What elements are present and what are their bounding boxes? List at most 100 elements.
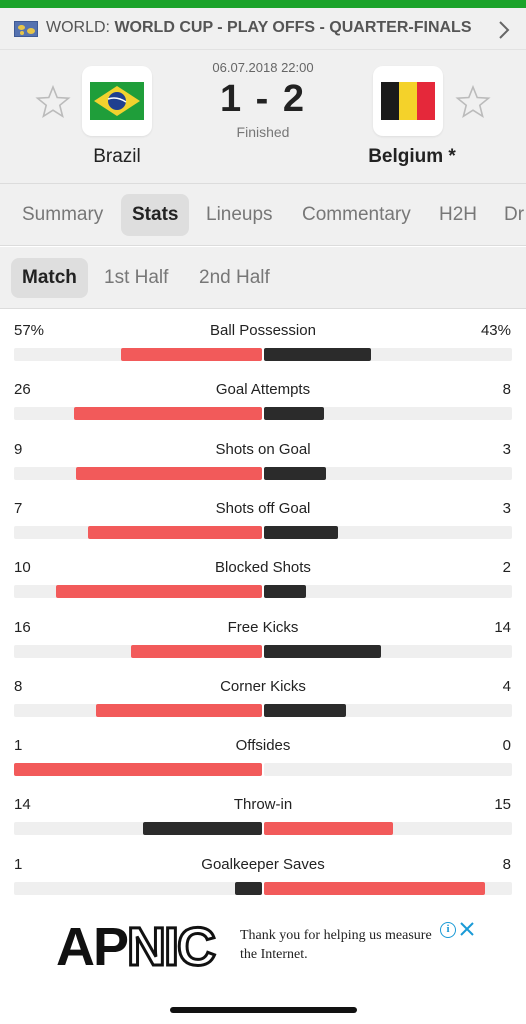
home-bar [76, 466, 262, 480]
home-bar [235, 881, 262, 895]
away-bar [264, 585, 306, 599]
world-flag-icon [14, 21, 38, 37]
stat-row: 1 Goalkeeper Saves 8 [0, 846, 526, 905]
match-header: Brazil 06.07.2018 22:00 1 - 2 Finished B… [0, 50, 526, 184]
stat-name: Offsides [235, 737, 291, 755]
stat-away-value: 3 [502, 499, 511, 517]
away-bar-track [264, 763, 512, 777]
top-accent-bar [0, 0, 526, 8]
subtab-2nd-half[interactable]: 2nd Half [188, 258, 281, 298]
stat-name: Goal Attempts [215, 381, 311, 399]
away-bar [264, 466, 326, 480]
info-icon[interactable]: i [440, 922, 456, 938]
stat-row: 16 Free Kicks 14 [0, 609, 526, 668]
home-bar [14, 763, 262, 777]
away-bar-track [264, 466, 512, 480]
stat-row: 10 Blocked Shots 2 [0, 549, 526, 608]
stat-row: 9 Shots on Goal 3 [0, 431, 526, 490]
subtab-1st-half[interactable]: 1st Half [93, 258, 179, 298]
stat-name: Blocked Shots [215, 559, 311, 577]
away-bar-track [264, 703, 512, 717]
stat-home-value: 10 [14, 559, 31, 577]
away-team-name[interactable]: Belgium * [352, 146, 472, 168]
stat-row: 1 Offsides 0 [0, 727, 526, 786]
subtab-match[interactable]: Match [11, 258, 88, 298]
tab-commentary[interactable]: Commentary [291, 194, 422, 236]
away-bar [264, 348, 371, 361]
away-bar [264, 644, 381, 658]
tab-h2h[interactable]: H2H [428, 194, 488, 236]
home-bar [96, 703, 262, 717]
tab-draw[interactable]: Dr [493, 194, 526, 236]
home-bar-track [14, 407, 262, 421]
period-tabs: Match 1st Half 2nd Half [0, 247, 526, 309]
stat-away-value: 43% [480, 322, 511, 339]
away-bar-track [264, 407, 512, 421]
home-bar-track [14, 585, 262, 599]
stat-row: 26 Goal Attempts 8 [0, 371, 526, 430]
stat-home-value: 16 [14, 618, 31, 636]
stat-home-value: 14 [14, 796, 31, 814]
stat-away-value: 2 [502, 559, 511, 577]
league-name: WORLD CUP - PLAY OFFS - QUARTER-FINALS [114, 19, 472, 36]
stat-row: 57% Ball Possession 43% [0, 312, 526, 371]
stat-name: Free Kicks [227, 618, 299, 636]
home-bar-track [14, 822, 262, 836]
stat-away-value: 4 [502, 677, 511, 695]
ad-text: Thank you for helping us measure the Int… [240, 928, 432, 962]
league-title: WORLD: WORLD CUP - PLAY OFFS - QUARTER-F… [46, 19, 472, 37]
home-bar [88, 525, 262, 539]
ad-banner[interactable]: APNIC Thank you for helping us measure t… [0, 910, 526, 990]
tab-summary[interactable]: Summary [11, 194, 114, 236]
away-bar-track [264, 881, 512, 895]
home-team-logo[interactable] [82, 66, 152, 136]
away-bar [264, 525, 338, 539]
home-bar-track [14, 348, 262, 361]
stat-home-value: 7 [14, 499, 23, 517]
stat-name: Throw-in [233, 796, 293, 814]
stat-home-value: 1 [14, 737, 23, 755]
away-bar-track [264, 348, 512, 361]
stat-home-value: 9 [14, 440, 23, 458]
favorite-star-icon[interactable] [35, 84, 71, 120]
league-prefix: WORLD: [46, 19, 110, 36]
away-bar [264, 407, 324, 421]
stat-home-value: 1 [14, 855, 23, 873]
away-team-logo[interactable] [373, 66, 443, 136]
tab-lineups[interactable]: Lineups [195, 194, 284, 236]
home-bar [131, 644, 262, 658]
match-tabs: Summary Stats Lineups Commentary H2H Dr [0, 184, 526, 246]
away-bar-track [264, 525, 512, 539]
away-bar [264, 703, 346, 717]
stat-name: Shots on Goal [215, 440, 311, 458]
stat-name: Ball Possession [210, 322, 316, 339]
close-icon[interactable] [458, 920, 476, 938]
match-status: Finished [236, 124, 290, 140]
home-indicator[interactable] [170, 1007, 357, 1013]
stat-away-value: 14 [494, 618, 511, 636]
stat-name: Shots off Goal [215, 499, 311, 517]
stat-home-value: 57% [14, 322, 45, 339]
stat-away-value: 8 [502, 855, 511, 873]
favorite-star-icon[interactable] [455, 84, 491, 120]
league-header[interactable]: WORLD: WORLD CUP - PLAY OFFS - QUARTER-F… [0, 8, 526, 50]
stat-row: 14 Throw-in 15 [0, 786, 526, 845]
home-bar-track [14, 644, 262, 658]
home-bar [74, 407, 262, 421]
stat-away-value: 0 [502, 737, 511, 755]
home-bar [121, 348, 262, 361]
brazil-flag-icon [90, 82, 144, 120]
stat-away-value: 3 [502, 440, 511, 458]
belgium-flag-icon [381, 82, 435, 120]
home-bar [143, 822, 262, 836]
stat-name: Goalkeeper Saves [201, 855, 325, 873]
chevron-right-icon[interactable] [496, 20, 512, 40]
stat-away-value: 15 [494, 796, 511, 814]
home-bar-track [14, 525, 262, 539]
away-bar-track [264, 822, 512, 836]
away-bar-track [264, 585, 512, 599]
tab-stats[interactable]: Stats [121, 194, 190, 236]
home-team-name[interactable]: Brazil [70, 146, 164, 168]
match-date: 06.07.2018 22:00 [212, 60, 314, 75]
away-bar [264, 881, 485, 895]
